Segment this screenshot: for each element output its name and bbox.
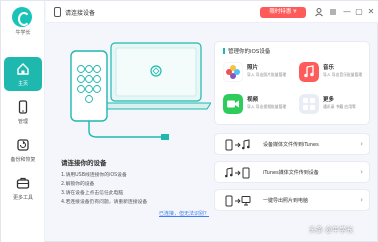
sidebar-item-tools[interactable]: 更多工具 xyxy=(4,171,42,205)
sidebar-item-manage[interactable]: 管理 xyxy=(4,95,42,129)
feature-music[interactable]: 音乐 导入 导出音乐批量管理 xyxy=(295,58,367,88)
chevron-right-icon: › xyxy=(360,140,363,148)
close-button[interactable]: ✕ xyxy=(366,7,376,17)
itunes-to-device-icon xyxy=(225,167,250,179)
phone-manage-icon xyxy=(18,100,28,114)
transfer-label: iTunes媒体文件传到设备 xyxy=(263,170,319,176)
feature-name: 照片 xyxy=(247,65,259,71)
sidebar-item-label: 备份和恢复 xyxy=(10,157,36,163)
transfer-device-to-itunes[interactable]: 设备媒体文件传到iTunes › xyxy=(214,133,370,155)
photos-icon xyxy=(223,62,243,82)
menu-icon[interactable] xyxy=(328,7,338,17)
feature-name: 更多 xyxy=(323,97,335,103)
sidebar-item-label: 管理 xyxy=(17,119,28,125)
device-title: 请连接设备 xyxy=(65,10,96,17)
home-icon xyxy=(17,63,29,75)
help-link[interactable]: 已连接，但无法识别？ xyxy=(159,210,209,217)
photos-to-pc-icon xyxy=(225,195,251,207)
sidebar: 牛学长 主页 管理 备份和恢复 更多工具 xyxy=(1,1,45,242)
feature-desc: 导入 导出视频批量管理 xyxy=(247,104,287,109)
more-icon xyxy=(299,94,319,114)
feature-desc: 导入 导出照片批量管理 xyxy=(247,72,287,77)
step-text: 3.请在设备上点击信任此电脑 xyxy=(61,191,124,196)
feature-name: 音乐 xyxy=(323,65,335,71)
connect-illustration xyxy=(70,42,211,140)
toolbox-icon xyxy=(16,177,30,189)
brand-name: 牛学长 xyxy=(15,30,31,36)
transfer-label: 一键导出照片到电脑 xyxy=(263,198,309,204)
feature-name: 视频 xyxy=(247,97,259,103)
feature-photos[interactable]: 照片 导入 导出照片批量管理 xyxy=(219,58,291,88)
connect-steps: 1.请用USB线连接你的iOS设备 2.解锁你的设备 3.请在设备上点击信任此电… xyxy=(61,171,147,207)
manage-card: 管理你的iOS设备 照片 导入 导出照片批量管理 音乐 导入 导出音乐批量管理 xyxy=(214,41,370,125)
device-to-itunes-icon xyxy=(225,139,250,151)
export-photos-to-pc[interactable]: 一键导出照片到电脑 › xyxy=(214,189,370,211)
connect-prompt-title: 请连接你的设备 xyxy=(61,159,107,167)
app-window: 牛学长 主页 管理 备份和恢复 更多工具 请连接设备 限时特惠 ¥ — ▢ ✕ … xyxy=(0,0,378,242)
sidebar-item-label: 主页 xyxy=(17,81,28,87)
device-icon xyxy=(54,7,61,17)
step-text: 1.请用USB线连接你的iOS设备 xyxy=(61,173,127,178)
title-bar: 请连接设备 限时特惠 ¥ — ▢ ✕ xyxy=(46,1,378,23)
promo-button[interactable]: 限时特惠 ¥ xyxy=(260,7,306,18)
watermark: 头条 @牛学长 xyxy=(309,226,354,234)
music-icon xyxy=(299,62,319,82)
sidebar-item-backup[interactable]: 备份和恢复 xyxy=(4,133,42,167)
manage-card-title: 管理你的iOS设备 xyxy=(223,47,270,55)
transfer-itunes-to-device[interactable]: iTunes媒体文件传到设备 › xyxy=(214,161,370,183)
video-icon xyxy=(223,94,243,114)
backup-icon xyxy=(17,139,29,151)
sidebar-item-home[interactable]: 主页 xyxy=(4,57,42,91)
minimize-button[interactable]: — xyxy=(342,7,352,17)
feature-desc: 导入 导出音乐批量管理 xyxy=(323,72,363,77)
maximize-button[interactable]: ▢ xyxy=(354,7,364,17)
chevron-right-icon: › xyxy=(360,196,363,204)
chevron-right-icon: › xyxy=(360,168,363,176)
user-icon[interactable] xyxy=(314,7,324,17)
step-text: 2.解锁你的设备 xyxy=(61,182,95,187)
app-logo xyxy=(12,7,32,27)
step-text: 4.若连接设备仍有问题，请重新连接设备 xyxy=(61,200,148,205)
feature-video[interactable]: 视频 导入 导出视频批量管理 xyxy=(219,90,291,120)
feature-more[interactable]: 更多 通讯录 书籍 应用等 xyxy=(295,90,367,120)
sidebar-item-label: 更多工具 xyxy=(12,195,33,201)
transfer-label: 设备媒体文件传到iTunes xyxy=(263,142,319,148)
feature-desc: 通讯录 书籍 应用等 xyxy=(323,104,356,109)
